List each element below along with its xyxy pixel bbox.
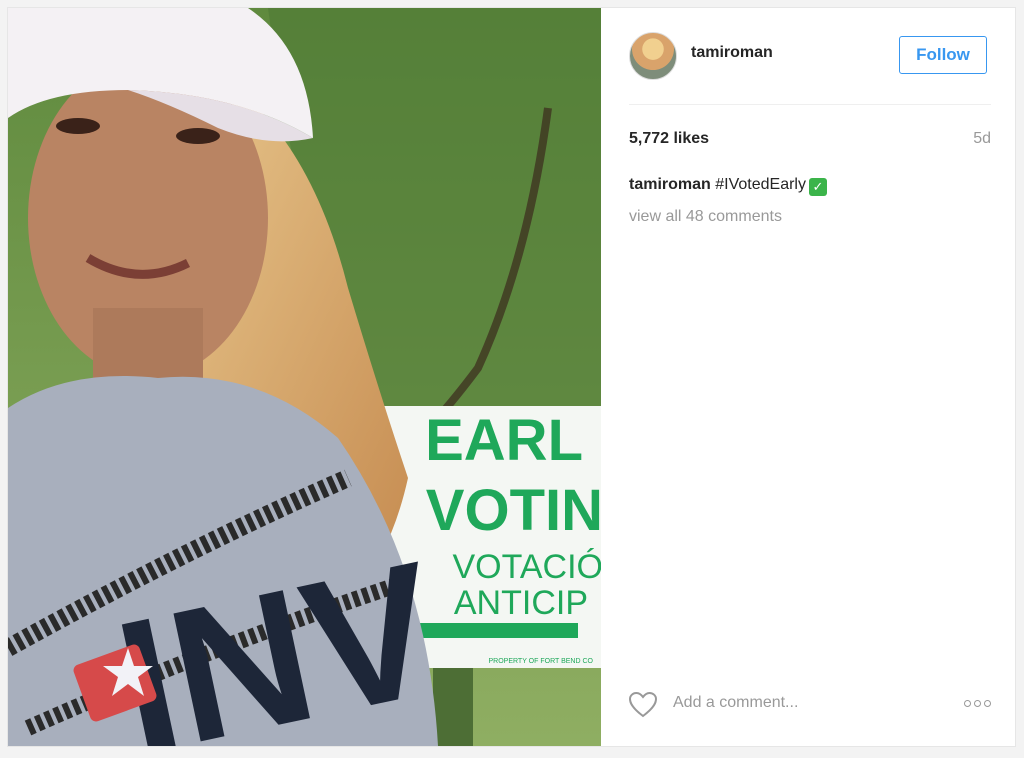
ellipsis-icon[interactable] [964,700,991,707]
comment-bar: Add a comment... [628,690,991,723]
likes-count[interactable]: 5,772 likes [629,130,709,148]
sign-line-4: ANTICIP [454,584,588,622]
check-mark-emoji-icon: ✓ [808,178,827,196]
post-timestamp[interactable]: 5d [973,130,991,148]
selfie-image: EARL VOTIN VOTACIÓ ANTICIP PROPERTY OF F… [8,8,601,746]
view-all-comments-link[interactable]: view all 48 comments [629,208,782,226]
heart-outline-icon[interactable] [628,691,658,723]
follow-button[interactable]: Follow [899,36,987,74]
add-comment-input[interactable]: Add a comment... [673,694,798,712]
sign-line-1: EARL [425,408,583,473]
sign-footer: PROPERTY OF FORT BEND CO [488,658,593,665]
post-header: tamiroman Follow [629,30,991,105]
post-card: EARL VOTIN VOTACIÓ ANTICIP PROPERTY OF F… [7,7,1016,747]
avatar[interactable] [629,32,677,80]
post-side-panel: tamiroman Follow 5,772 likes 5d tamiroma… [601,8,1015,746]
caption-text[interactable]: #IVotedEarly [711,176,806,193]
post-caption: tamiroman #IVotedEarly ✓ [629,176,827,196]
post-photo[interactable]: EARL VOTIN VOTACIÓ ANTICIP PROPERTY OF F… [8,8,601,746]
sign-line-2: VOTIN [426,478,601,543]
username-link[interactable]: tamiroman [691,44,773,62]
sign-line-3: VOTACIÓ [453,548,602,586]
caption-username[interactable]: tamiroman [629,176,711,193]
